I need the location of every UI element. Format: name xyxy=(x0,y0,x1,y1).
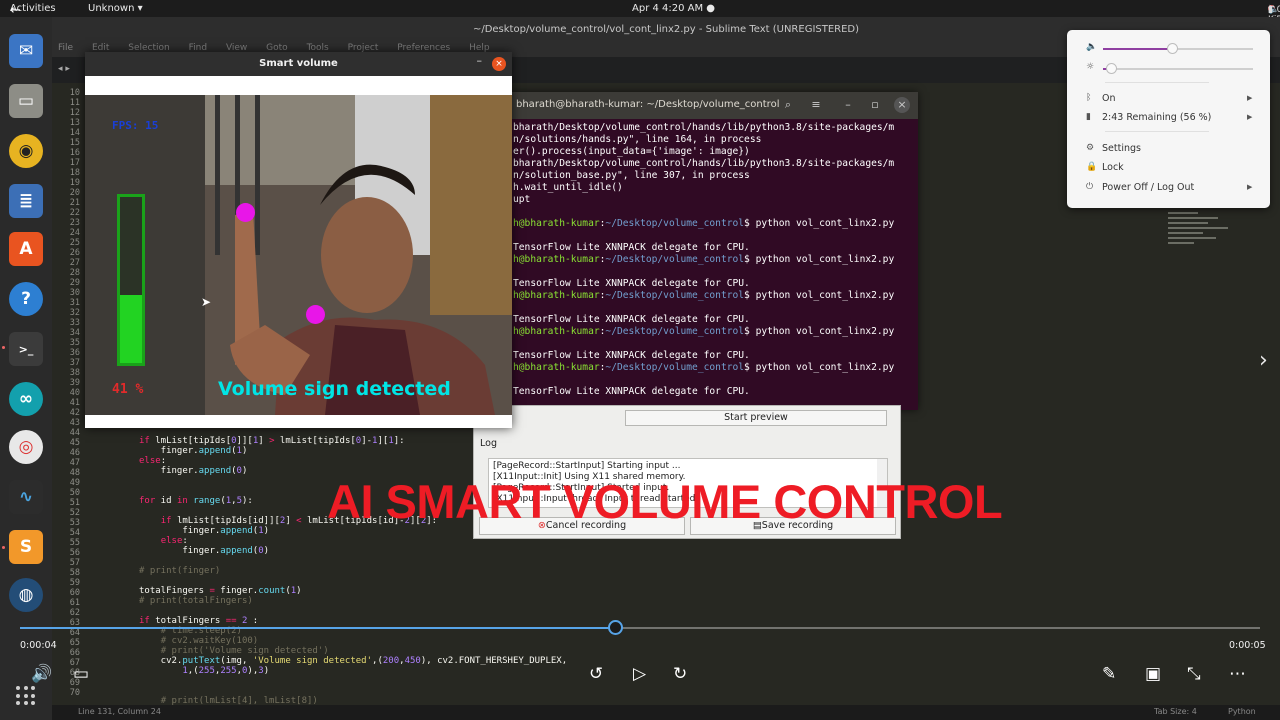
globe-icon[interactable]: ◍ xyxy=(9,578,43,612)
bluetooth-status[interactable]: On xyxy=(1102,93,1116,104)
fingertip-marker-index xyxy=(236,203,255,222)
running-indicator xyxy=(2,346,5,349)
video-overlay-title: AI SMART VOLUME CONTROL xyxy=(327,475,1003,528)
sublime-text-icon[interactable]: S xyxy=(9,530,43,564)
arduino-icon[interactable]: ∞ xyxy=(9,382,43,416)
cursor-position: Line 131, Column 24 xyxy=(78,707,161,716)
log-label: Log xyxy=(480,438,497,449)
battery-status[interactable]: 2:43 Remaining (56 %) xyxy=(1102,112,1211,123)
mini-player-icon[interactable]: ▣ xyxy=(1145,664,1161,684)
total-time: 0:00:05 xyxy=(1229,640,1266,651)
volume-percent: 41 % xyxy=(112,382,144,397)
window-title: Smart volume xyxy=(85,52,512,76)
exit-fullscreen-icon[interactable]: ⤡ xyxy=(1187,664,1201,684)
close-icon[interactable]: × xyxy=(894,97,910,113)
syntax-language[interactable]: Python xyxy=(1228,707,1256,716)
tab-size[interactable]: Tab Size: 4 xyxy=(1154,707,1197,716)
system-menu: 🔈 ☼ ᛒ On ▶ ▮ 2:43 Remaining (56 %) ▶ ⚙ S… xyxy=(1067,30,1270,208)
power-off-item[interactable]: Power Off / Log Out xyxy=(1102,182,1194,193)
back-arrow-icon[interactable]: ← xyxy=(10,3,21,18)
fps-counter: FPS: 15 xyxy=(112,119,159,132)
terminal-output: bharath/Desktop/volume_control/hands/lib… xyxy=(513,122,895,397)
lock-item[interactable]: Lock xyxy=(1102,162,1124,173)
chevron-down-icon: ▾ xyxy=(1268,5,1273,15)
chevron-right-icon: ▶ xyxy=(1247,94,1253,102)
webcam-feed: FPS: 15 41 % Volume sign detected ➤ xyxy=(85,95,512,415)
close-icon[interactable]: × xyxy=(492,57,506,71)
next-video-chevron-icon[interactable]: › xyxy=(1259,348,1268,373)
tab-scroll-arrows-icon[interactable]: ◂ ▸ xyxy=(58,64,70,74)
search-icon[interactable]: ⌕ xyxy=(780,97,796,113)
app-menu[interactable]: Unknown ▾ xyxy=(88,3,143,14)
chrome-icon[interactable]: ◎ xyxy=(9,430,43,464)
bluetooth-icon: ᛒ xyxy=(1086,93,1092,103)
desktop: Activities Unknown ▾ Apr 4 4:20 AM ● ᛒ ⇵… xyxy=(0,0,1280,720)
volume-icon: 🔈 xyxy=(1086,42,1098,52)
mouse-cursor-icon: ➤ xyxy=(201,295,212,309)
webcam-scene xyxy=(85,95,512,415)
writer-icon[interactable]: ≣ xyxy=(9,184,43,218)
thunderbird-icon[interactable]: ✉ xyxy=(9,34,43,68)
chevron-right-icon: ▶ xyxy=(1247,113,1253,121)
volume-slider-knob[interactable] xyxy=(1167,43,1178,54)
smart-volume-window[interactable]: Smart volume – × FPS: 15 41 % Volume sig… xyxy=(85,52,512,428)
brightness-slider-track[interactable] xyxy=(1103,68,1253,70)
log-line: [PageRecord::StartInput] Starting input … xyxy=(493,461,681,471)
brightness-icon: ☼ xyxy=(1086,62,1095,72)
terminal-icon[interactable]: >_ xyxy=(9,332,43,366)
start-preview-button[interactable]: Start preview xyxy=(625,410,887,426)
files-icon[interactable]: ▭ xyxy=(9,84,43,118)
more-options-icon[interactable]: ⋯ xyxy=(1229,664,1246,684)
terminal-title: bharath@bharath-kumar: ~/Desktop/volume_… xyxy=(516,99,780,110)
sublime-status-bar: Line 131, Column 24 Tab Size: 4 Python xyxy=(52,705,1280,720)
system-monitor-icon[interactable]: ∿ xyxy=(9,480,43,514)
help-icon[interactable]: ? xyxy=(9,282,43,316)
separator xyxy=(1105,82,1209,83)
minimap[interactable] xyxy=(1168,212,1232,272)
lock-icon: 🔒 xyxy=(1086,162,1098,172)
forward-30-icon[interactable]: ↻ xyxy=(673,664,687,684)
chevron-right-icon: ▶ xyxy=(1247,183,1253,191)
gesture-status: Volume sign detected xyxy=(218,378,451,400)
menu-file[interactable]: File xyxy=(58,43,73,53)
play-icon[interactable]: ▷ xyxy=(633,664,646,684)
hamburger-menu-icon[interactable]: ≡ xyxy=(808,97,824,113)
volume-slider-fill xyxy=(1103,48,1172,50)
separator xyxy=(1105,131,1209,132)
power-icon: ⏻ xyxy=(1086,182,1094,192)
dock: ✉ ▭ ◉ ≣ A ? >_ ∞ ◎ ∿ S ◍ xyxy=(0,17,52,720)
show-apps-icon[interactable] xyxy=(16,686,36,706)
top-bar: Activities Unknown ▾ Apr 4 4:20 AM ● ᛒ ⇵… xyxy=(0,0,1280,25)
battery-icon: ▮ xyxy=(1086,112,1091,122)
rewind-10-icon[interactable]: ↺ xyxy=(589,664,603,684)
terminal-window[interactable]: bharath@bharath-kumar: ~/Desktop/volume_… xyxy=(508,92,918,410)
fingertip-marker-thumb xyxy=(306,305,325,324)
clock[interactable]: Apr 4 4:20 AM ● xyxy=(632,3,715,14)
edit-pencil-icon[interactable]: ✎ xyxy=(1102,664,1116,684)
settings-item[interactable]: Settings xyxy=(1102,143,1141,154)
maximize-icon[interactable]: ▫ xyxy=(867,97,883,113)
running-indicator xyxy=(2,546,5,549)
terminal-title-bar: bharath@bharath-kumar: ~/Desktop/volume_… xyxy=(508,92,918,119)
software-center-icon[interactable]: A xyxy=(9,232,43,266)
current-time: 0:00:04 xyxy=(20,640,57,651)
minimize-icon[interactable]: – xyxy=(840,97,856,113)
settings-gear-icon: ⚙ xyxy=(1086,143,1095,153)
seek-bar-fill xyxy=(20,627,616,629)
captions-icon[interactable]: ▭ xyxy=(73,664,89,684)
volume-icon[interactable]: 🔊 xyxy=(31,664,52,684)
minimize-icon[interactable]: – xyxy=(477,54,483,67)
volume-bar xyxy=(117,194,145,366)
brightness-slider-knob[interactable] xyxy=(1105,63,1117,74)
volume-bar-fill xyxy=(120,294,142,363)
rhythmbox-icon[interactable]: ◉ xyxy=(9,134,43,168)
